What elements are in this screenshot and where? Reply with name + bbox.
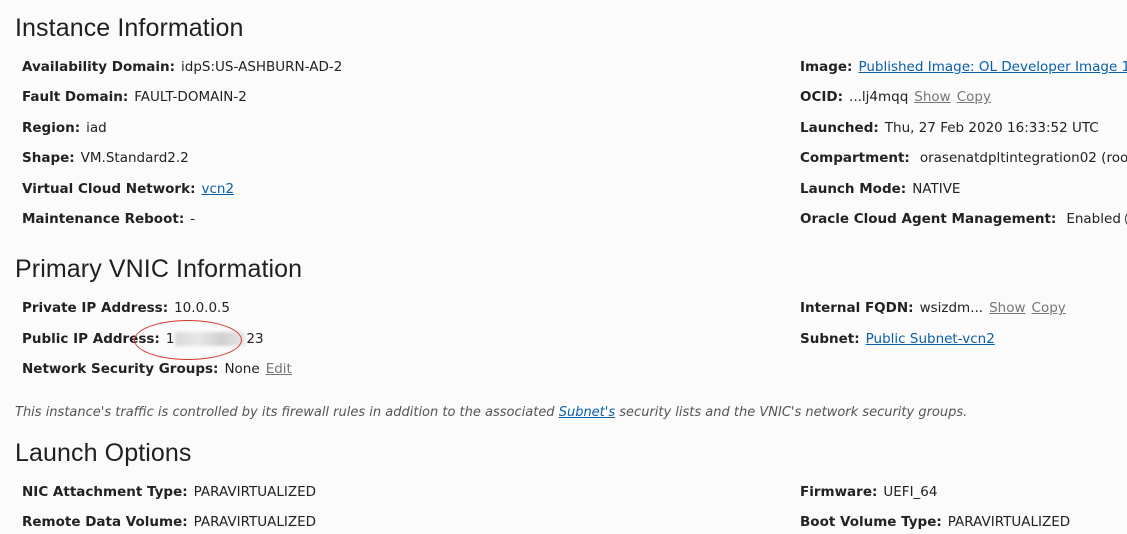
image-label: Image xyxy=(800,59,852,75)
fqdn-show-link[interactable]: Show xyxy=(989,300,1025,316)
nsg-label: Network Security Groups xyxy=(22,361,218,377)
maintenance-reboot-row: Maintenance Reboot- xyxy=(22,210,195,228)
boot-volume-label: Boot Volume Type xyxy=(800,514,942,530)
subnet-note-link[interactable]: Subnet's xyxy=(559,405,615,420)
nic-type-value: PARAVIRTUALIZED xyxy=(193,484,317,500)
region-row: Region iad xyxy=(22,119,107,137)
compartment-value: orasenatdpltintegration02 (root)/wo xyxy=(919,150,1127,166)
maintenance-reboot-value: - xyxy=(190,211,196,227)
note-text-start: This instance's traffic is controlled by… xyxy=(15,405,559,420)
nsg-value: None xyxy=(224,361,260,377)
region-value: iad xyxy=(86,120,107,136)
vnic-info-heading: Primary VNIC Information xyxy=(15,255,303,283)
vcn-link[interactable]: vcn2 xyxy=(201,181,234,197)
fault-domain-value: FAULT-DOMAIN-2 xyxy=(134,89,247,105)
ocid-label: OCID xyxy=(800,89,843,105)
shape-label: Shape xyxy=(22,150,75,166)
remote-volume-label: Remote Data Volume xyxy=(22,514,188,530)
compartment-row: Compartment orasenatdpltintegration02 (ro… xyxy=(800,149,1127,167)
remote-volume-value: PARAVIRTUALIZED xyxy=(193,514,317,530)
firmware-value: UEFI_64 xyxy=(883,484,938,500)
firmware-row: Firmware UEFI_64 xyxy=(800,483,937,501)
boot-volume-row: Boot Volume Type PARAVIRTUALIZED xyxy=(800,513,1070,531)
availability-domain-value: idpS:US-ASHBURN-AD-2 xyxy=(181,59,343,75)
firmware-label: Firmware xyxy=(800,484,877,500)
ocid-show-link[interactable]: Show xyxy=(914,89,950,105)
image-link[interactable]: Published Image: OL Developer Image 19.1… xyxy=(858,59,1127,75)
launch-mode-value: NATIVE xyxy=(912,181,961,197)
agent-management-row: Oracle Cloud Agent ManagementEnabledi xyxy=(800,210,1127,228)
vcn-label: Virtual Cloud Network xyxy=(22,181,195,197)
region-label: Region xyxy=(22,120,80,136)
remote-volume-row: Remote Data Volume PARAVIRTUALIZED xyxy=(22,513,316,531)
fqdn-label: Internal FQDN xyxy=(800,300,914,316)
launched-value: Thu, 27 Feb 2020 16:33:52 UTC xyxy=(884,120,1099,136)
nic-type-row: NIC Attachment Type PARAVIRTUALIZED xyxy=(22,483,316,501)
nsg-row: Network Security Groups None Edit xyxy=(22,360,292,378)
launch-options-heading: Launch Options xyxy=(15,439,192,467)
launch-mode-row: Launch Mode NATIVE xyxy=(800,180,960,198)
fault-domain-label: Fault Domain xyxy=(22,89,128,105)
compartment-label: Compartment xyxy=(800,150,910,166)
subnet-row: Subnet Public Subnet-vcn2 xyxy=(800,330,995,348)
boot-volume-value: PARAVIRTUALIZED xyxy=(947,514,1071,530)
fqdn-row: Internal FQDN wsizdm... Show Copy xyxy=(800,299,1066,317)
ocid-row: OCID ...lj4mqq Show Copy xyxy=(800,88,991,106)
fqdn-value: wsizdm... xyxy=(919,300,984,316)
availability-domain-row: Availability Domain idpS:US-ASHBURN-AD-2 xyxy=(22,58,342,76)
agent-management-value: Enabled xyxy=(1066,211,1121,227)
private-ip-row: Private IP Address 10.0.0.5 xyxy=(22,299,230,317)
agent-management-label: Oracle Cloud Agent Management xyxy=(800,211,1056,227)
ocid-value: ...lj4mqq xyxy=(849,89,909,105)
maintenance-reboot-label: Maintenance Reboot xyxy=(22,211,184,227)
availability-domain-label: Availability Domain xyxy=(22,59,175,75)
nsg-edit-link[interactable]: Edit xyxy=(266,361,292,377)
image-row: Image Published Image: OL Developer Image… xyxy=(800,58,1127,76)
nic-type-label: NIC Attachment Type xyxy=(22,484,188,500)
note-text-end: security lists and the VNIC's network se… xyxy=(615,405,968,420)
subnet-label: Subnet xyxy=(800,331,860,347)
highlight-circle xyxy=(134,320,242,360)
subnet-link[interactable]: Public Subnet-vcn2 xyxy=(866,331,995,347)
firewall-note: This instance's traffic is controlled by… xyxy=(15,405,967,420)
ocid-copy-link[interactable]: Copy xyxy=(957,89,991,105)
public-ip-suffix: 23 xyxy=(246,331,264,347)
private-ip-label: Private IP Address xyxy=(22,300,168,316)
launched-row: Launched Thu, 27 Feb 2020 16:33:52 UTC xyxy=(800,119,1099,137)
launched-label: Launched xyxy=(800,120,879,136)
instance-info-heading: Instance Information xyxy=(15,14,244,42)
fqdn-copy-link[interactable]: Copy xyxy=(1032,300,1066,316)
shape-row: Shape VM.Standard2.2 xyxy=(22,149,189,167)
shape-value: VM.Standard2.2 xyxy=(80,150,189,166)
launch-mode-label: Launch Mode xyxy=(800,181,906,197)
fault-domain-row: Fault Domain FAULT-DOMAIN-2 xyxy=(22,88,247,106)
vcn-row: Virtual Cloud Network vcn2 xyxy=(22,180,234,198)
private-ip-value: 10.0.0.5 xyxy=(174,300,230,316)
